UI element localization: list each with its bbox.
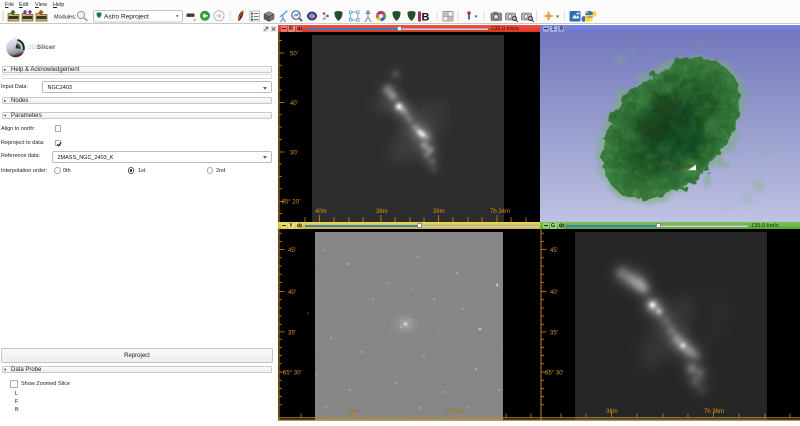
svg-text:50': 50' (290, 52, 298, 58)
svg-text:36m: 36m (433, 209, 445, 215)
svg-text:38m: 38m (347, 409, 359, 415)
svg-text:38m: 38m (606, 409, 618, 415)
svg-text:40': 40' (550, 290, 558, 296)
svg-text:35': 35' (288, 330, 296, 336)
svg-text:65° 30': 65° 30' (283, 371, 302, 377)
svg-text:7h 36m: 7h 36m (445, 409, 465, 415)
svg-text:40': 40' (290, 101, 298, 107)
svg-text:35': 35' (550, 330, 558, 336)
svg-text:38m: 38m (376, 209, 388, 215)
svg-text:B: B (422, 12, 430, 24)
svg-text:65° 30': 65° 30' (545, 371, 564, 377)
svg-text:7h 36m: 7h 36m (704, 409, 724, 415)
svg-text:7h 34m: 7h 34m (490, 209, 510, 215)
svg-text:30': 30' (290, 151, 298, 157)
svg-text:40': 40' (288, 290, 296, 296)
svg-text:45': 45' (288, 248, 296, 254)
svg-text:40m: 40m (315, 209, 327, 215)
svg-text:Astro Reproject: Astro Reproject (104, 14, 149, 21)
svg-text:65° 20': 65° 20' (282, 200, 301, 206)
svg-text:45': 45' (550, 248, 558, 254)
svg-text:Modules:: Modules: (54, 15, 77, 21)
